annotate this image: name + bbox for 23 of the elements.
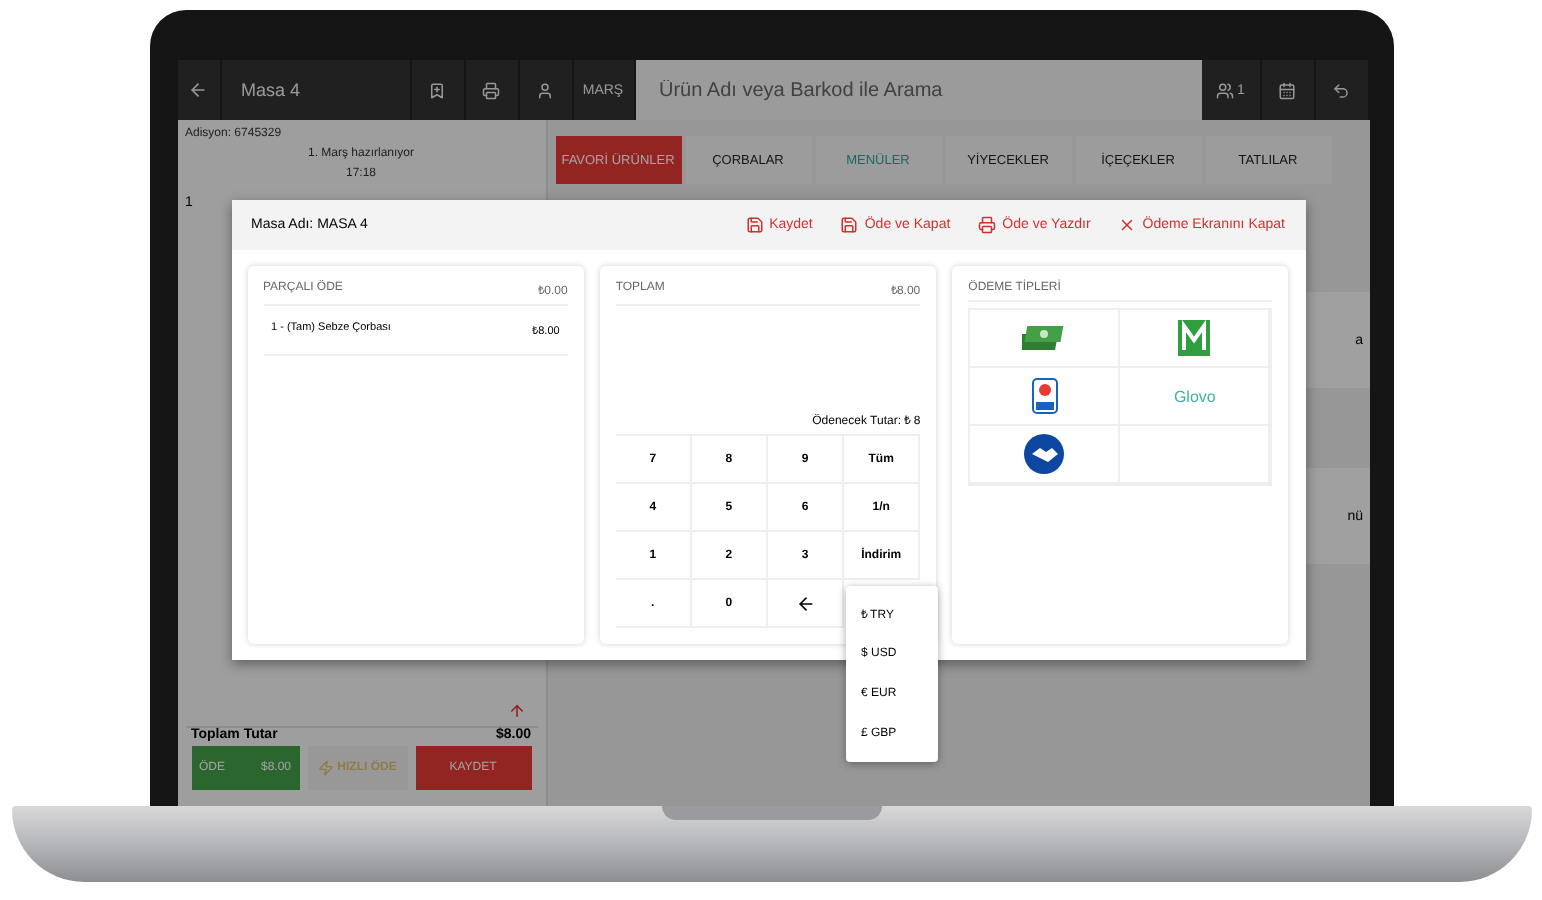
ticket-card-icon (1031, 378, 1058, 414)
search-field[interactable]: Ürün Adı veya Barkod ile Arama (635, 60, 1201, 120)
people-icon (1215, 81, 1234, 99)
print-icon (482, 81, 500, 99)
cash-stack-icon (1022, 322, 1067, 354)
payment-type-tile[interactable] (970, 368, 1121, 426)
glovo-logo: Glovo (1173, 387, 1216, 405)
save-icon (745, 216, 764, 234)
close-icon (1118, 216, 1137, 234)
undo-icon (1332, 81, 1350, 99)
lightning-icon (317, 760, 334, 776)
save-icon (840, 216, 859, 234)
payment-type-tile[interactable] (1120, 310, 1271, 368)
up-arrow-icon (507, 702, 525, 720)
calendar-icon (1278, 81, 1296, 99)
back-arrow-icon (188, 80, 208, 100)
m-logo-icon (1178, 320, 1211, 356)
payment-type-tile[interactable] (970, 426, 1121, 484)
backspace-arrow-icon (795, 593, 816, 613)
payment-type-tile[interactable] (970, 310, 1121, 368)
print-icon (978, 216, 997, 234)
user-icon (536, 81, 554, 99)
add-icon (428, 81, 446, 99)
